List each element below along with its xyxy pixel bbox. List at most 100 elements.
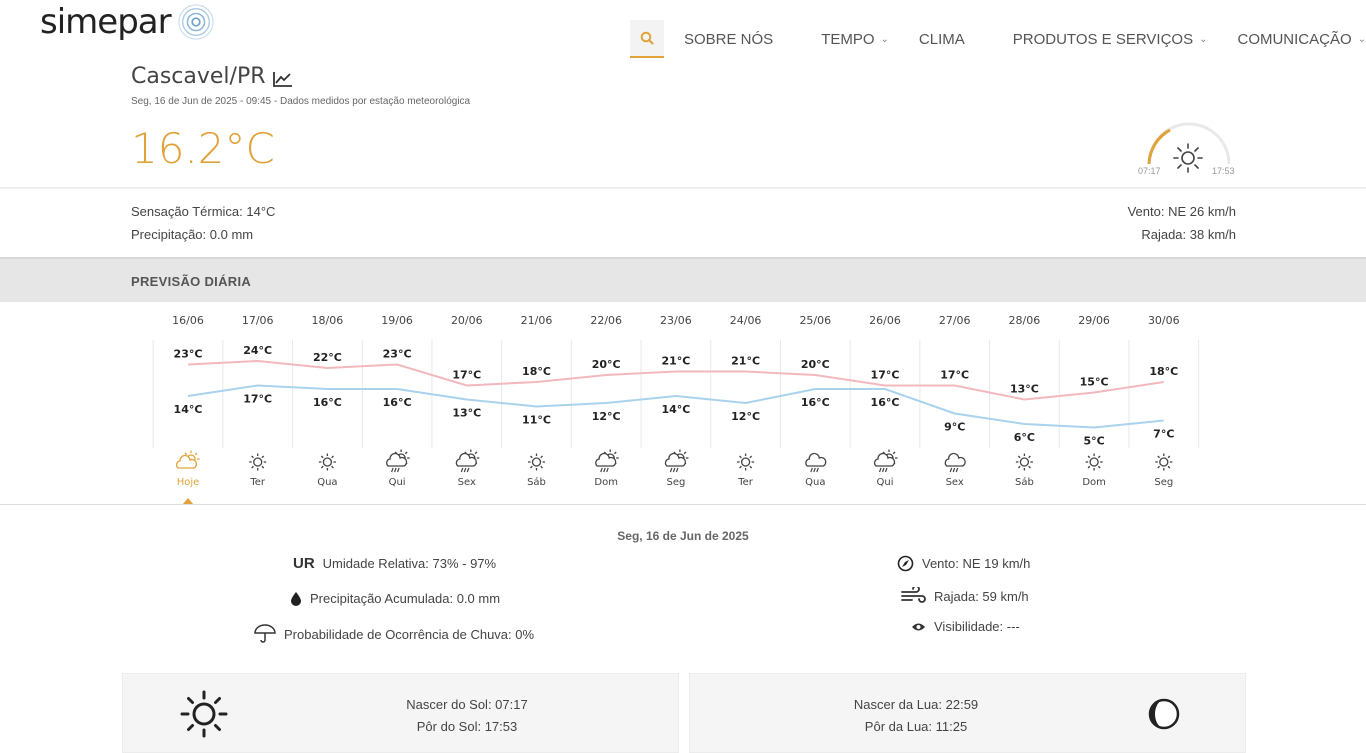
max-temp-label: 23°C (383, 348, 412, 361)
sunset-time: 17:53 (1212, 166, 1235, 176)
min-temp-label: 12°C (592, 410, 621, 423)
moonrise-text: Nascer da Lua: 22:59 (853, 697, 979, 712)
gust-value: Rajada: 59 km/h (934, 588, 1029, 604)
max-temp-label: 20°C (801, 358, 830, 371)
min-temp-label: 5°C (1083, 435, 1104, 448)
forecast-date: 16/06 (172, 314, 204, 327)
forecast-weekday: Sáb (527, 476, 546, 488)
forecast-weekday: Seg (1154, 477, 1173, 488)
sunrise-text: Nascer do Sol: 07:17 (406, 697, 528, 712)
gust: Rajada: 38 km/h (1141, 227, 1236, 242)
nav-tempo[interactable]: TEMPO ⌄ (821, 31, 889, 48)
sun-icon (1173, 143, 1203, 173)
forecast-date: 25/06 (799, 314, 831, 327)
max-temp-label: 17°C (452, 369, 481, 382)
chart-trend-icon[interactable] (272, 70, 294, 88)
precip-acc-value: Precipitação Acumulada: 0.0 mm (310, 591, 501, 606)
city-name: Cascavel/PR (131, 64, 266, 89)
sun-icon (249, 453, 267, 471)
nav-label: SOBRE NÓS (684, 30, 774, 48)
min-temp-label: 16°C (313, 396, 342, 409)
min-temp-label: 14°C (174, 403, 203, 416)
sun-icon (318, 453, 336, 471)
forecast-weekday: Qua (805, 477, 825, 488)
min-temp-label: 13°C (452, 407, 481, 420)
min-temp-label: 7°C (1153, 428, 1174, 441)
feels-like: Sensação Térmica: 14°C (131, 204, 276, 219)
sun-icon (1155, 453, 1173, 471)
sun-path-widget: 07:17 17:53 (1134, 120, 1244, 180)
site-header: simepar SOBRE NÓS TEMPO ⌄ CLIMA PRODUTOS… (0, 0, 1366, 60)
forecast-weekday: Sex (458, 477, 476, 488)
rain-prob-value: Probabilidade de Ocorrência de Chuva: 0% (284, 626, 535, 642)
min-temp-label: 9°C (944, 421, 965, 434)
sun-icon (1015, 453, 1033, 471)
nav-sobre-nos[interactable]: SOBRE NÓS (684, 31, 773, 48)
wind: Vento: NE 26 km/h (1127, 204, 1236, 219)
forecast-weekday: Hoje (177, 477, 200, 488)
search-icon (640, 31, 654, 45)
umbrella-icon (254, 624, 276, 644)
main-nav: SOBRE NÓS TEMPO ⌄ CLIMA PRODUTOS E SERVI… (630, 20, 1366, 58)
min-temp-label: 16°C (871, 396, 900, 409)
wind-gust-icon (900, 587, 926, 605)
forecast-weekday: Sáb (1015, 476, 1034, 488)
forecast-date: 30/06 (1148, 314, 1180, 327)
sun-icon (737, 453, 755, 471)
forecast-date: 18/06 (312, 314, 344, 327)
max-temp-label: 13°C (1010, 383, 1039, 396)
forecast-svg: 16/06 23°C 14°C Hoje 17/06 24°C 17°C Ter 18/06 22… (152, 314, 1200, 505)
forecast-date: 22/06 (590, 314, 622, 327)
partly-cloudy-icon (175, 450, 200, 469)
nav-produtos-servicos[interactable]: PRODUTOS E SERVIÇOS ⌄ (1013, 31, 1208, 48)
daily-forecast-chart: 16/06 23°C 14°C Hoje 17/06 24°C 17°C Ter 18/06 22… (0, 300, 1366, 505)
forecast-weekday: Qui (389, 477, 406, 488)
forecast-title: PREVISÃO DIÁRIA (131, 274, 252, 289)
chevron-down-icon: ⌄ (1199, 33, 1208, 45)
simepar-logo[interactable]: simepar (40, 2, 215, 42)
max-temp-label: 20°C (592, 358, 621, 371)
forecast-header: PREVISÃO DIÁRIA (0, 257, 1366, 302)
sun-icon (528, 453, 545, 471)
forecast-date: 23/06 (660, 314, 692, 327)
max-temp-label: 24°C (243, 344, 272, 357)
moon-phase-icon (1148, 698, 1180, 730)
sun-icon (180, 690, 228, 738)
ur-abbr: UR (293, 555, 315, 572)
min-temp-label: 6°C (1014, 431, 1035, 444)
rain-icon (944, 452, 966, 473)
max-temp-label: 22°C (313, 351, 342, 364)
max-temp-label: 17°C (871, 369, 900, 382)
city-title: Cascavel/PR (131, 64, 294, 89)
forecast-weekday: Dom (1082, 477, 1106, 488)
forecast-weekday: Qua (317, 477, 337, 488)
sun-rain-icon (455, 449, 480, 473)
forecast-date: 29/06 (1078, 314, 1110, 327)
min-temp-label: 12°C (731, 410, 760, 423)
forecast-date: 17/06 (242, 314, 274, 327)
search-button[interactable] (630, 20, 664, 58)
nav-label: CLIMA (918, 30, 965, 48)
min-temp-label: 16°C (383, 396, 412, 409)
max-temp-label: 21°C (731, 355, 760, 368)
divider (0, 187, 1366, 190)
nav-clima[interactable]: CLIMA (919, 31, 965, 48)
sunrise-time: 07:17 (1138, 166, 1161, 176)
forecast-date: 20/06 (451, 314, 483, 327)
rain-icon (805, 452, 827, 473)
forecast-weekday: Ter (737, 477, 754, 488)
min-temp-label: 11°C (522, 414, 551, 427)
sun-rain-icon (873, 449, 898, 473)
max-temp-label: 18°C (1149, 365, 1178, 378)
max-temp-label: 18°C (522, 365, 551, 378)
sun-icon (1085, 453, 1103, 471)
forecast-weekday: Sex (946, 477, 964, 488)
forecast-date: 24/06 (730, 314, 762, 327)
sun-rain-icon (386, 449, 410, 473)
nav-comunicacao[interactable]: COMUNICAÇÃO ⌄ (1237, 31, 1366, 48)
current-temperature: 16.2°C (131, 124, 275, 173)
precip-acc-row: Precipitação Acumulada: 0.0 mm (290, 591, 500, 606)
signal-waves-icon (177, 4, 214, 40)
min-temp-label: 16°C (801, 396, 830, 409)
max-temp-label: 21°C (661, 355, 690, 368)
